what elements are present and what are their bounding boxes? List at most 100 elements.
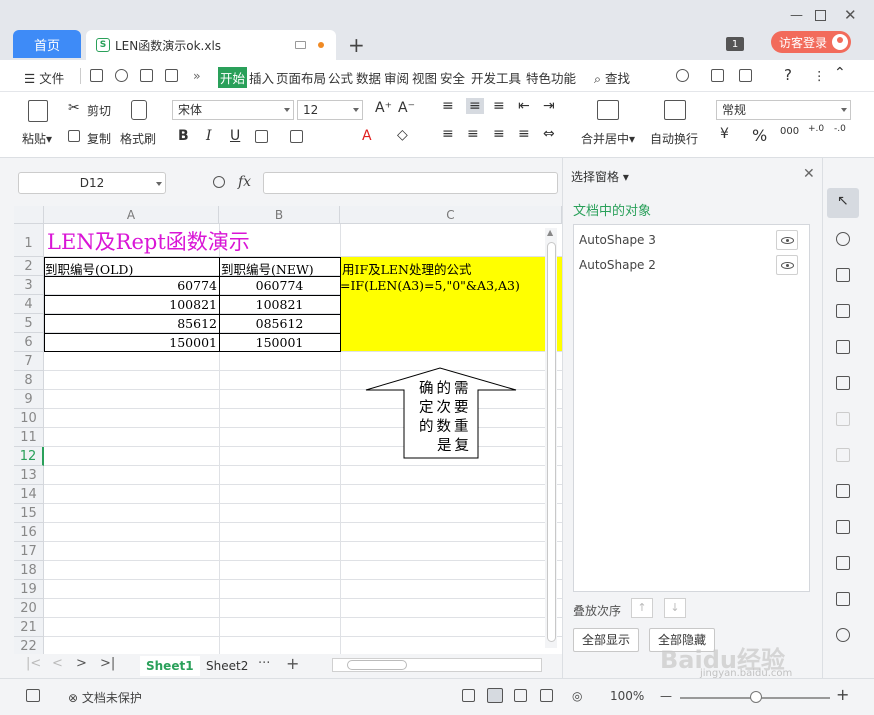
add-sheet-button[interactable]: + bbox=[286, 654, 299, 673]
row-header[interactable]: 19 bbox=[14, 580, 44, 599]
currency-icon[interactable]: ¥ bbox=[720, 126, 729, 142]
cell-a1-title[interactable]: LEN及Rept函数演示 bbox=[47, 226, 250, 256]
justify-icon[interactable]: ≡ bbox=[518, 126, 530, 142]
file-menu[interactable]: ☰ 文件 bbox=[24, 68, 64, 87]
selection-pane-title[interactable]: 选择窗格 ▾ bbox=[571, 168, 629, 185]
align-bottom-icon[interactable]: ≡ bbox=[493, 98, 505, 114]
cell-a6[interactable]: 150001 bbox=[45, 335, 217, 350]
shapes-button[interactable] bbox=[827, 224, 859, 254]
print-preview-icon[interactable] bbox=[165, 69, 178, 82]
maximize-icon[interactable] bbox=[815, 10, 826, 21]
picture-button[interactable] bbox=[827, 584, 859, 614]
collapse-ribbon-icon[interactable]: ⌃ bbox=[834, 65, 846, 81]
zoom-in-button[interactable]: + bbox=[836, 685, 849, 704]
export-icon[interactable] bbox=[739, 69, 752, 82]
insert-function-button[interactable]: fx bbox=[238, 174, 251, 190]
object-item-autoshape-3[interactable]: AutoShape 3 bbox=[579, 233, 656, 247]
cell-c3[interactable]: =IF(LEN(A3)=5,"0"&A3,A3) bbox=[340, 278, 520, 293]
minimize-icon[interactable]: — bbox=[790, 8, 803, 23]
select-all-corner[interactable] bbox=[14, 206, 44, 224]
distributed-icon[interactable]: ⇔ bbox=[543, 126, 555, 142]
share-side-button[interactable] bbox=[827, 512, 859, 542]
spreadsheet-grid[interactable]: A B C 1 2 3 4 5 6 7 8 9 10 11 12 13 14 15 16 17 18 19 20 21 2… bbox=[14, 206, 562, 654]
page-break-view-icon[interactable] bbox=[514, 689, 527, 702]
fullscreen-icon[interactable] bbox=[462, 689, 475, 702]
cell-a4[interactable]: 100821 bbox=[45, 297, 217, 312]
print-icon[interactable] bbox=[140, 69, 153, 82]
row-header[interactable]: 3 bbox=[14, 276, 44, 295]
cell-b6[interactable]: 150001 bbox=[221, 335, 338, 350]
copy-button[interactable]: 复制 bbox=[87, 130, 111, 147]
row-header[interactable]: 18 bbox=[14, 561, 44, 580]
column-header-c[interactable]: C bbox=[340, 206, 562, 224]
name-box[interactable]: D12 bbox=[18, 172, 166, 194]
menu-item-special[interactable]: 特色功能 bbox=[526, 68, 576, 87]
menu-item-security[interactable]: 安全 bbox=[440, 68, 465, 87]
window-count-badge[interactable]: 1 bbox=[726, 37, 744, 51]
row-header[interactable]: 13 bbox=[14, 466, 44, 485]
increase-decimal-icon[interactable]: +.0 bbox=[808, 124, 824, 134]
undo-history-icon[interactable] bbox=[115, 69, 128, 82]
first-sheet-icon[interactable]: |< bbox=[26, 656, 41, 671]
cut-button[interactable]: 剪切 bbox=[87, 102, 111, 119]
horizontal-scrollbar[interactable] bbox=[332, 658, 542, 672]
row-header[interactable]: 14 bbox=[14, 485, 44, 504]
menu-item-page-layout[interactable]: 页面布局 bbox=[276, 68, 326, 87]
row-header[interactable]: 20 bbox=[14, 599, 44, 618]
align-top-icon[interactable]: ≡ bbox=[442, 98, 454, 114]
menu-item-formula[interactable]: 公式 bbox=[328, 68, 353, 87]
tab-home[interactable]: 首页 bbox=[13, 30, 81, 58]
tab-document[interactable]: S LEN函数演示ok.xls bbox=[86, 30, 336, 60]
increase-font-button[interactable]: A⁺ bbox=[375, 100, 392, 116]
fill-color-icon[interactable] bbox=[290, 130, 303, 143]
next-sheet-icon[interactable]: > bbox=[76, 656, 87, 671]
select-pointer-button[interactable]: ↖ bbox=[827, 188, 859, 218]
row-header[interactable]: 4 bbox=[14, 295, 44, 314]
styles-button[interactable] bbox=[827, 260, 859, 290]
menu-item-developer[interactable]: 开发工具 bbox=[471, 68, 521, 87]
new-tab-button[interactable]: + bbox=[348, 33, 365, 57]
cell-a3[interactable]: 60774 bbox=[45, 278, 217, 293]
more-sheets-icon[interactable]: ··· bbox=[258, 656, 270, 671]
decrease-font-button[interactable]: A⁻ bbox=[398, 100, 415, 116]
image-button[interactable] bbox=[827, 476, 859, 506]
thousands-icon[interactable]: 000 bbox=[780, 126, 799, 137]
normal-view-icon[interactable] bbox=[487, 688, 503, 703]
more-options-icon[interactable]: ⋮ bbox=[813, 68, 826, 83]
zoom-formula-icon[interactable] bbox=[213, 176, 225, 188]
move-up-button[interactable]: ↑ bbox=[631, 598, 653, 618]
reading-mode-icon[interactable] bbox=[540, 689, 553, 702]
format-painter-button[interactable]: 格式刷 bbox=[120, 130, 156, 147]
italic-button[interactable]: I bbox=[206, 128, 212, 144]
indent-decrease-icon[interactable]: ⇤ bbox=[518, 98, 530, 114]
underline-button[interactable]: U bbox=[230, 128, 240, 144]
row-header[interactable]: 16 bbox=[14, 523, 44, 542]
bold-button[interactable]: B bbox=[178, 128, 189, 144]
borders-icon[interactable] bbox=[255, 130, 268, 143]
align-left-icon[interactable]: ≡ bbox=[442, 126, 454, 142]
row-header[interactable]: 22 bbox=[14, 637, 44, 654]
align-middle-icon[interactable]: ≡ bbox=[466, 98, 484, 114]
search-button[interactable]: ⌕ 查找 bbox=[594, 68, 630, 87]
align-right-icon[interactable]: ≡ bbox=[493, 126, 505, 142]
merge-center-button[interactable]: 合并居中▾ bbox=[581, 130, 635, 147]
filter-button[interactable] bbox=[827, 404, 859, 434]
prev-sheet-icon[interactable]: < bbox=[52, 656, 63, 671]
protect-status[interactable]: ⊗ 文档未保护 bbox=[68, 689, 142, 706]
close-pane-icon[interactable]: ✕ bbox=[803, 166, 815, 182]
more-chevron-icon[interactable]: » bbox=[193, 68, 201, 83]
apps-button[interactable] bbox=[827, 332, 859, 362]
percent-icon[interactable]: % bbox=[752, 126, 767, 145]
number-format-select[interactable]: 常规 bbox=[716, 100, 851, 120]
row-header[interactable]: 6 bbox=[14, 333, 44, 352]
close-window-icon[interactable]: ✕ bbox=[844, 6, 857, 24]
status-layout-icon[interactable] bbox=[26, 689, 40, 702]
font-name-select[interactable]: 宋体 bbox=[172, 100, 294, 120]
visibility-toggle[interactable] bbox=[776, 230, 798, 250]
zoom-level[interactable]: 100% bbox=[610, 689, 644, 703]
formula-input[interactable] bbox=[263, 172, 558, 194]
eye-protection-icon[interactable]: ◎ bbox=[572, 689, 582, 703]
menu-item-review[interactable]: 审阅 bbox=[384, 68, 409, 87]
login-button[interactable]: 访客登录 bbox=[771, 31, 851, 53]
move-down-button[interactable]: ↓ bbox=[664, 598, 686, 618]
